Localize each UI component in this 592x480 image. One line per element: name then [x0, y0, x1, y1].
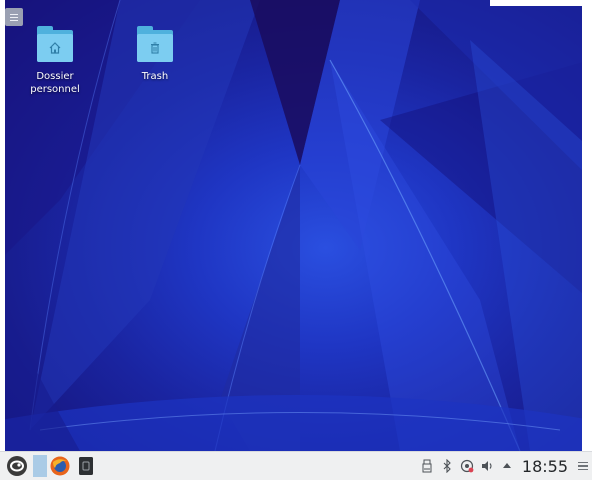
storage-icon[interactable] [420, 459, 434, 473]
firefox-icon [50, 456, 70, 476]
volume-icon[interactable] [480, 459, 494, 473]
taskbar-app-terminal[interactable] [73, 452, 99, 480]
trash-icon [135, 24, 175, 64]
application-launcher-button[interactable] [3, 452, 31, 480]
clock[interactable]: 18:55 [522, 457, 568, 476]
network-icon[interactable] [460, 459, 474, 473]
desktop[interactable]: Dossier personnel Trash [0, 0, 592, 451]
desktop-icon-label: Trash [141, 71, 169, 82]
virtual-desktop-pager[interactable] [33, 455, 47, 477]
desktop-icon-home-folder[interactable]: Dossier personnel [20, 24, 90, 96]
desktop-icon-trash[interactable]: Trash [120, 24, 190, 83]
taskbar: 18:55 [0, 451, 592, 480]
chevron-up-icon[interactable] [500, 459, 514, 473]
desktop-icon-label-line2: personnel [30, 84, 80, 95]
taskbar-app-firefox[interactable] [47, 452, 73, 480]
terminal-icon [79, 457, 93, 475]
home-icon [35, 24, 75, 64]
system-tray: 18:55 [420, 452, 588, 480]
desktop-icon-label: Dossier [36, 71, 74, 82]
panel-options-icon[interactable] [578, 461, 588, 471]
bluetooth-icon[interactable] [440, 459, 454, 473]
opensuse-menu-icon [7, 456, 27, 476]
